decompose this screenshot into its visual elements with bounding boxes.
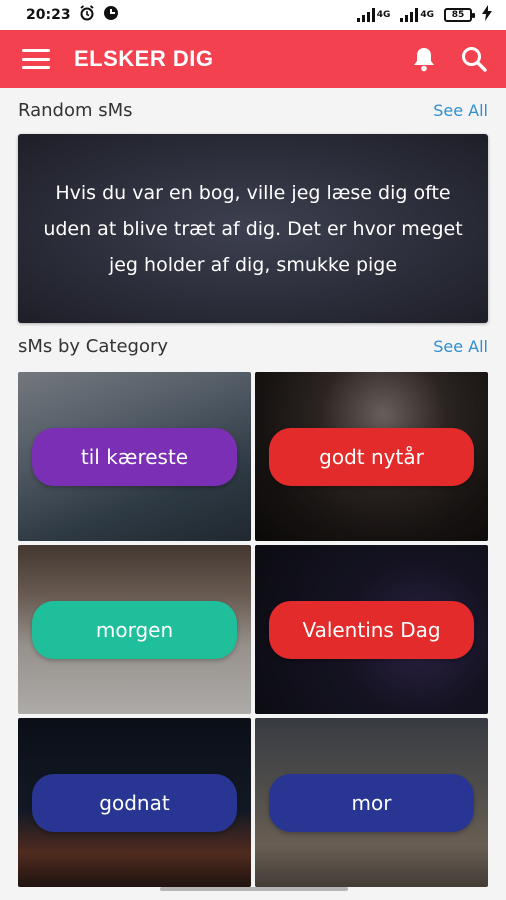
category-section-header: sMs by Category See All (18, 336, 488, 357)
category-pill: godnat (32, 774, 237, 832)
category-label: morgen (95, 618, 174, 642)
category-see-all-link[interactable]: See All (433, 337, 488, 356)
signal-1-icon (356, 8, 375, 22)
random-section-header: Random sMs See All (18, 100, 488, 121)
status-right: 4G 4G 85 (356, 5, 492, 25)
random-sms-text: Hvis du var en bog, ville jeg læse dig o… (43, 181, 463, 276)
category-label: til kæreste (80, 445, 189, 469)
category-tile-godt-nytaar[interactable]: godt nytår (255, 372, 488, 541)
random-section-title: Random sMs (18, 100, 133, 121)
gesture-nav-handle[interactable] (160, 887, 348, 891)
category-pill: Valentins Dag (269, 601, 474, 659)
battery-level: 85 (451, 10, 465, 20)
bell-icon[interactable] (410, 45, 438, 73)
app-notification-icon (103, 5, 119, 25)
random-sms-card[interactable]: Hvis du var en bog, ville jeg læse dig o… (18, 134, 488, 323)
battery-icon: 85 (444, 8, 475, 22)
app-title: ELSKER DIG (74, 46, 214, 71)
category-label: godnat (99, 791, 170, 815)
category-tile-morgen[interactable]: morgen (18, 545, 251, 714)
category-pill: godt nytår (269, 428, 474, 486)
charging-icon (482, 5, 492, 25)
category-tile-valentins-dag[interactable]: Valentins Dag (255, 545, 488, 714)
category-label: godt nytår (319, 445, 424, 469)
category-pill: mor (269, 774, 474, 832)
category-tile-til-kaereste[interactable]: til kæreste (18, 372, 251, 541)
category-pill: til kæreste (32, 428, 237, 486)
app-bar: ELSKER DIG (0, 30, 506, 88)
network-1-label: 4G (376, 10, 391, 20)
status-time: 20:23 (26, 7, 71, 23)
status-bar: 20:23 4G 4G 85 (0, 0, 506, 30)
category-pill: morgen (32, 601, 237, 659)
app-actions (410, 45, 488, 73)
alarm-icon (79, 5, 95, 25)
network-2-label: 4G (420, 10, 434, 20)
category-tile-godnat[interactable]: godnat (18, 718, 251, 887)
category-label: mor (351, 791, 392, 815)
hamburger-menu-icon[interactable] (22, 49, 50, 69)
category-section-title: sMs by Category (18, 336, 169, 357)
category-label: Valentins Dag (302, 618, 441, 642)
category-tile-mor[interactable]: mor (255, 718, 488, 887)
search-icon[interactable] (460, 45, 488, 73)
random-see-all-link[interactable]: See All (433, 101, 488, 120)
status-left: 20:23 (26, 5, 119, 25)
signal-2-icon (400, 8, 419, 22)
